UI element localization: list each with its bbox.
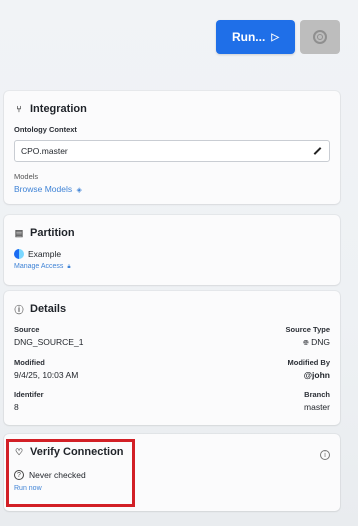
integration-card: ⑂ Integration Ontology Context CPO.maste… bbox=[4, 91, 340, 204]
ontology-context-value: CPO.master bbox=[21, 146, 68, 156]
verify-info-icon[interactable]: i bbox=[320, 450, 330, 460]
branch-value: master bbox=[304, 402, 330, 412]
integration-title-text: Integration bbox=[30, 103, 87, 115]
manage-access-text: Manage Access bbox=[14, 263, 64, 270]
branch-icon: ⑂ bbox=[16, 104, 22, 114]
integration-title: ⑂ Integration bbox=[14, 103, 330, 115]
partition-title-text: Partition bbox=[30, 227, 75, 239]
manage-access-link[interactable]: Manage Access 🔒︎ bbox=[14, 263, 330, 271]
models-label: Models bbox=[14, 172, 39, 181]
source-type-value: 🌐︎ DNG bbox=[286, 337, 330, 348]
play-icon: ▷ bbox=[271, 31, 280, 43]
details-card: ⓘ Details Source DNG_SOURCE_1 Source Typ… bbox=[4, 291, 340, 425]
source-type-label: Source Type bbox=[285, 325, 330, 334]
modified-label: Modified bbox=[14, 358, 45, 367]
details-row-identifier: Identifer 8 Branch master bbox=[14, 390, 330, 412]
highlight-box bbox=[6, 439, 135, 507]
details-title: ⓘ Details bbox=[14, 303, 330, 315]
identifier-value: 8 bbox=[14, 402, 19, 412]
run-button[interactable]: Run... ▷ bbox=[216, 20, 295, 54]
partition-title: ▤ Partition bbox=[14, 227, 330, 239]
cube-icon: ◈ bbox=[76, 187, 82, 194]
details-row-source: Source DNG_SOURCE_1 Source Type 🌐︎ DNG bbox=[14, 325, 330, 348]
details-title-text: Details bbox=[30, 303, 67, 315]
browse-models-link[interactable]: Browse Models ◈ bbox=[14, 184, 330, 194]
details-row-modified: Modified 9/4/25, 10:03 AM Modified By @j… bbox=[14, 358, 330, 380]
modified-by-label: Modified By bbox=[287, 358, 331, 367]
toolbar: Run... ▷ bbox=[0, 20, 358, 54]
identifier-label: Identifer bbox=[14, 390, 44, 399]
info-icon: ⓘ bbox=[14, 304, 24, 315]
source-value: DNG_SOURCE_1 bbox=[14, 337, 84, 347]
branch-label: Branch bbox=[304, 390, 330, 399]
edit-icon[interactable] bbox=[311, 145, 323, 157]
settings-icon bbox=[313, 30, 327, 44]
browse-models-text: Browse Models bbox=[14, 184, 73, 194]
globe-icon: 🌐︎ bbox=[303, 340, 309, 347]
source-label: Source bbox=[14, 325, 40, 334]
settings-button[interactable] bbox=[300, 20, 340, 54]
database-icon: ▤ bbox=[14, 227, 24, 238]
example-label: Example bbox=[28, 249, 62, 259]
lock-icon: 🔒︎ bbox=[67, 264, 71, 270]
example-icon bbox=[14, 249, 24, 259]
modified-value: 9/4/25, 10:03 AM bbox=[14, 370, 79, 380]
run-button-label: Run... bbox=[231, 30, 266, 44]
partition-card: ▤ Partition Example Manage Access 🔒︎ bbox=[4, 215, 340, 285]
ontology-context-field[interactable]: CPO.master bbox=[14, 140, 330, 162]
ontology-context-label: Ontology Context bbox=[14, 125, 77, 134]
modified-by-value: @john bbox=[303, 370, 330, 380]
source-type-text: DNG bbox=[311, 337, 330, 347]
